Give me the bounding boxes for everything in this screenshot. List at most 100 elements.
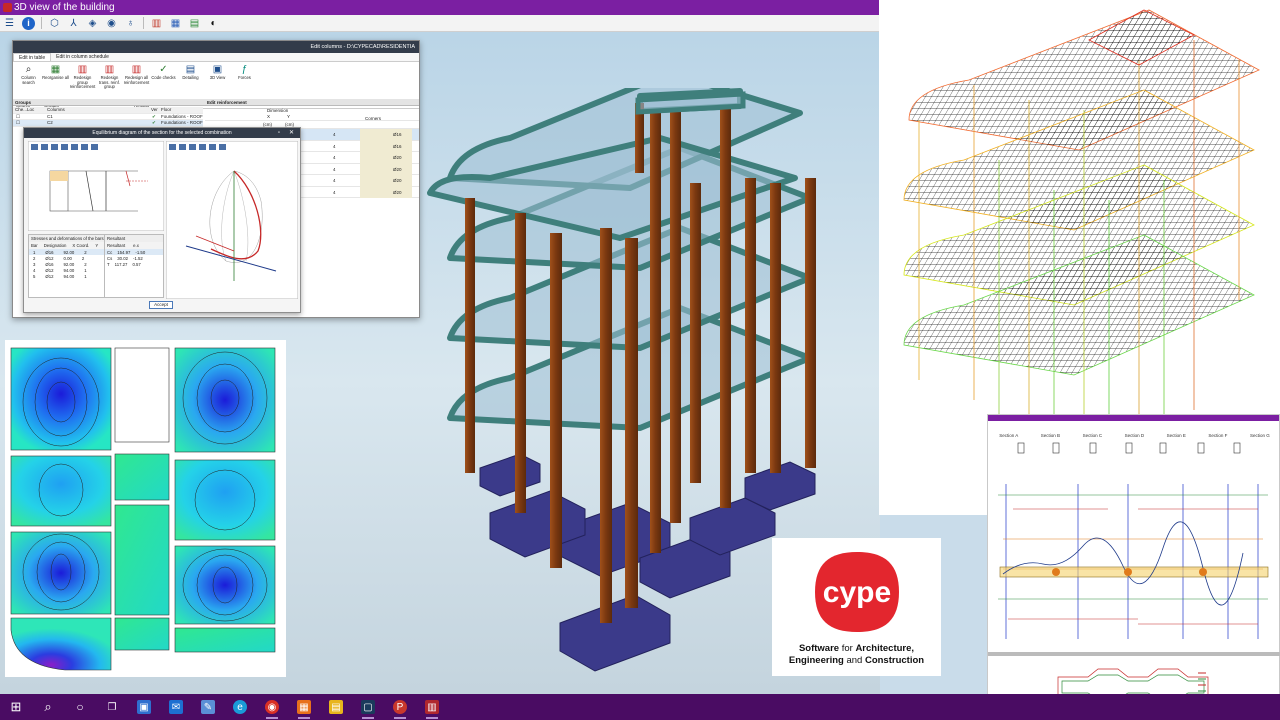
- row-checkbox[interactable]: ☐: [16, 120, 20, 127]
- section-labels: Section A Section B Section C Section D …: [988, 433, 1280, 438]
- terminal-button[interactable]: ▢: [352, 694, 384, 720]
- tab-edit-in-table[interactable]: Edit in table: [13, 53, 52, 61]
- reorganise-all-button[interactable]: ▦ Reorganise all: [42, 64, 69, 101]
- bike-icon[interactable]: ♁: [124, 17, 137, 30]
- redesign-all-button[interactable]: ▥ Redesign all reinforcement: [123, 64, 150, 101]
- app-orange-button[interactable]: ▦: [288, 694, 320, 720]
- cype-app-icon: ▥: [425, 700, 439, 714]
- forces-button[interactable]: ƒ Forces: [231, 64, 258, 101]
- equilibrium-dialog: Equilibrium diagram of the section for t…: [23, 127, 301, 313]
- solid-icon[interactable]: ◈: [86, 17, 99, 30]
- terminal-icon: ▢: [361, 700, 375, 714]
- search-icon: ⌕: [25, 64, 32, 75]
- table-row[interactable]: ☐ C2 ✔ Foundations - ROOF: [13, 120, 203, 127]
- chrome-button[interactable]: ◉: [256, 694, 288, 720]
- section-label: Section A: [999, 433, 1019, 438]
- search-icon: ⌕: [44, 699, 52, 714]
- table-row[interactable]: T 117.27 0.57: [105, 261, 163, 267]
- ribbon-tabs: Edit in table Edit in column schedule: [13, 53, 419, 62]
- equilibrium-title-text: Equilibrium diagram of the section for t…: [92, 130, 232, 136]
- toolbar-separator: [41, 17, 42, 29]
- section-label: Section E: [1166, 433, 1186, 438]
- resultant-header-row: Resultant e.x: [105, 242, 163, 249]
- redesign-all-icon: ▥: [131, 64, 142, 75]
- section-diagram[interactable]: [28, 141, 164, 231]
- explorer-button[interactable]: ▤: [320, 694, 352, 720]
- cype-app-button[interactable]: ▥: [416, 694, 448, 720]
- window-split-icon[interactable]: ▥: [150, 17, 163, 30]
- title-bar: 3D view of the building: [0, 0, 880, 15]
- equilibrium-title: Equilibrium diagram of the section for t…: [24, 128, 300, 138]
- search-button[interactable]: ⌕: [32, 694, 64, 720]
- 3d-view-icon: ▣: [212, 64, 223, 75]
- x-header: X: [267, 114, 271, 119]
- columns-table: Che... Loc Columns Ver Floor ☐ C1 ✔ Foun…: [13, 107, 203, 127]
- forces-icon: ƒ: [241, 64, 248, 75]
- explorer-icon: ▤: [329, 700, 343, 714]
- dimension-header: Dimension: [267, 108, 289, 113]
- section-label: Section B: [1040, 433, 1061, 438]
- corners-header: Corners: [365, 116, 382, 121]
- task-view-icon: ❐: [107, 701, 117, 713]
- cype-logo: cype: [815, 552, 899, 632]
- 3d-view-button[interactable]: ▣ 3D View: [204, 64, 231, 101]
- slab-contour-map[interactable]: [5, 340, 286, 677]
- cype-logo-card: cype Software for Architecture, Engineer…: [772, 538, 941, 676]
- resultant-header: Resultant: [105, 235, 163, 242]
- edge-icon: e: [233, 700, 247, 714]
- toolbar-separator: [143, 17, 144, 29]
- footings: [479, 453, 816, 672]
- powerpoint-icon: P: [393, 700, 407, 714]
- section-label: Section G: [1249, 433, 1270, 438]
- 3d-interaction-diagram[interactable]: [166, 141, 298, 299]
- mail-button[interactable]: ✉: [160, 694, 192, 720]
- section-label: Section D: [1124, 433, 1145, 438]
- cype-logo-text: cype: [823, 576, 891, 609]
- chrome-icon: ◉: [265, 700, 279, 714]
- accept-button[interactable]: Accept: [149, 301, 173, 309]
- edit-reinforcement-header: Edit reinforcement: [207, 100, 247, 105]
- close-icon[interactable]: ✕: [289, 128, 294, 138]
- task-view-button[interactable]: ❐: [96, 694, 128, 720]
- redesign-trans-icon: ▥: [104, 64, 115, 75]
- store-button[interactable]: ▣: [128, 694, 160, 720]
- start-button[interactable]: ⊞: [0, 694, 32, 720]
- list-view-icon[interactable]: ▤: [188, 17, 201, 30]
- main-toolbar: ☰ i ⬡ ⅄ ◈ ◉ ♁ ▥ ▦ ▤ ◐: [0, 15, 880, 32]
- column-name: C2: [47, 120, 53, 125]
- window-title: 3D view of the building: [14, 2, 115, 13]
- layers-icon[interactable]: ☰: [3, 17, 16, 30]
- beam-drawing-panel[interactable]: Section A Section B Section C Section D …: [987, 414, 1280, 720]
- check-icon: ✔: [152, 120, 156, 125]
- paint-icon: ✎: [201, 700, 215, 714]
- section-label: Section F: [1208, 433, 1228, 438]
- stair-tower: [635, 91, 746, 115]
- start-icon: ⊞: [10, 699, 22, 714]
- powerpoint-button[interactable]: P: [384, 694, 416, 720]
- eye-icon[interactable]: ◉: [105, 17, 118, 30]
- cube-icon[interactable]: ⬡: [48, 17, 61, 30]
- info-icon[interactable]: i: [22, 16, 35, 30]
- code-checks-button[interactable]: ✓ Code checks: [150, 64, 177, 101]
- redesign-trans-button[interactable]: ▥ Redesign trans. reinf. group: [96, 64, 123, 101]
- axes-icon[interactable]: ⅄: [67, 17, 80, 30]
- column-floor: Foundations - ROOF: [161, 120, 203, 125]
- edit-columns-title: Edit columns - D:\CYPECAD\RESIDENTIA: [13, 41, 419, 53]
- reorganise-icon: ▦: [50, 64, 61, 75]
- cortana-button[interactable]: ○: [64, 694, 96, 720]
- tab-edit-in-column-schedule[interactable]: Edit in column schedule: [51, 53, 114, 61]
- detailing-icon: ▤: [185, 64, 196, 75]
- y-header: Y: [287, 114, 291, 119]
- column-search-button[interactable]: ⌕ Column search: [15, 64, 42, 101]
- paint-button[interactable]: ✎: [192, 694, 224, 720]
- detailing-button[interactable]: ▤ Detailing: [177, 64, 204, 101]
- redesign-group-button[interactable]: ▥ Redesign group reinforcement: [69, 64, 96, 101]
- grid-header: Groups Edit reinforcement: [13, 99, 419, 106]
- visibility-icon[interactable]: ◐: [207, 17, 220, 30]
- logo-tagline: Software for Architecture, Engineering a…: [788, 643, 925, 666]
- edge-button[interactable]: e: [224, 694, 256, 720]
- reinforcement-header-row: Dimension X Y: [205, 107, 419, 121]
- grid-view-icon[interactable]: ▦: [169, 17, 182, 30]
- maximize-icon[interactable]: ▫: [278, 128, 280, 138]
- section-label: Section C: [1082, 433, 1103, 438]
